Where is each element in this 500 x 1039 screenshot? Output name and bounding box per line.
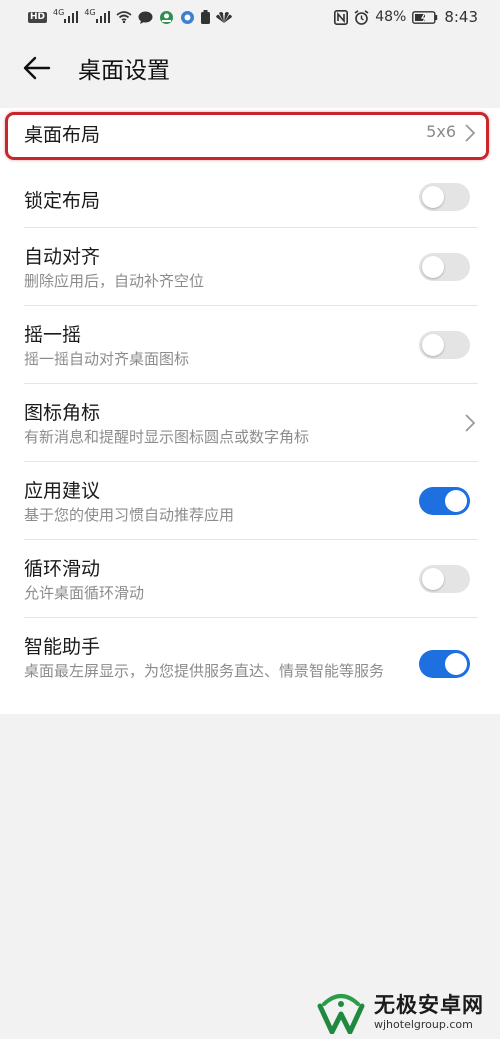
watermark-title: 无极安卓网 — [374, 992, 484, 1017]
loop-scroll-toggle[interactable] — [419, 565, 470, 593]
battery-icon — [412, 10, 438, 24]
nfc-icon — [334, 9, 349, 25]
toggle-knob — [445, 490, 467, 512]
toggle-knob — [422, 568, 444, 590]
alarm-icon — [354, 9, 369, 25]
app-icon — [159, 10, 174, 25]
setting-loop-scroll[interactable]: 循环滑动 允许桌面循环滑动 — [0, 540, 500, 618]
setting-label: 应用建议 — [24, 480, 101, 502]
clock-time: 8:43 — [444, 8, 478, 26]
setting-description: 有新消息和提醒时显示图标圆点或数字角标 — [24, 428, 310, 446]
page-title: 桌面设置 — [78, 58, 170, 84]
back-button[interactable] — [22, 53, 52, 83]
watermark-logo-icon — [317, 994, 365, 1034]
wifi-icon — [116, 11, 132, 23]
setting-description: 允许桌面循环滑动 — [24, 584, 145, 602]
watermark-text: 无极安卓网 wjhotelgroup.com — [374, 992, 484, 1031]
toggle-knob — [445, 653, 467, 675]
chat-icon — [138, 11, 153, 24]
setting-smart-assistant[interactable]: 智能助手 桌面最左屏显示，为您提供服务直达、情景智能等服务 — [0, 618, 500, 714]
setting-label: 锁定布局 — [24, 190, 101, 212]
setting-label: 图标角标 — [24, 402, 101, 424]
status-bar: HD 4G 4G 48% 8:43 — [0, 0, 500, 34]
setting-shake[interactable]: 摇一摇 摇一摇自动对齐桌面图标 — [0, 306, 500, 384]
signal-4g-icon: 4G — [84, 8, 110, 23]
toggle-knob — [422, 186, 444, 208]
setting-description: 删除应用后，自动补齐空位 — [24, 272, 205, 290]
setting-app-suggestions[interactable]: 应用建议 基于您的使用习惯自动推荐应用 — [0, 462, 500, 540]
setting-label: 桌面布局 — [24, 124, 101, 146]
setting-auto-align[interactable]: 自动对齐 删除应用后，自动补齐空位 — [0, 228, 500, 306]
title-bar: 桌面设置 — [0, 34, 500, 102]
setting-description: 桌面最左屏显示，为您提供服务直达、情景智能等服务 — [24, 662, 385, 680]
chevron-right-icon — [465, 414, 476, 432]
lock-layout-toggle[interactable] — [419, 183, 470, 211]
watermark-url: wjhotelgroup.com — [374, 1017, 473, 1031]
setting-label: 智能助手 — [24, 636, 101, 658]
status-right-icons: 48% 8:43 — [334, 8, 478, 26]
app-icon — [180, 10, 195, 25]
huawei-icon — [215, 11, 232, 23]
battery-saver-icon — [200, 10, 210, 24]
hd-icon: HD — [28, 11, 48, 23]
setting-label: 循环滑动 — [24, 558, 101, 580]
setting-desktop-layout[interactable]: 桌面布局 5x6 — [0, 108, 500, 158]
setting-description: 基于您的使用习惯自动推荐应用 — [24, 506, 235, 524]
setting-label: 摇一摇 — [24, 324, 82, 346]
signal-4g-icon: 4G — [53, 8, 79, 23]
settings-list: 桌面布局 5x6 锁定布局 自动对齐 删除应用后，自动补齐空位 摇一摇 摇一摇自… — [0, 108, 500, 714]
watermark: 无极安卓网 wjhotelgroup.com — [316, 990, 484, 1034]
shake-toggle[interactable] — [419, 331, 470, 359]
chevron-right-icon — [465, 124, 476, 142]
layout-value: 5x6 — [426, 122, 456, 141]
setting-label: 自动对齐 — [24, 246, 101, 268]
toggle-knob — [422, 334, 444, 356]
setting-description: 摇一摇自动对齐桌面图标 — [24, 350, 190, 368]
setting-icon-badges[interactable]: 图标角标 有新消息和提醒时显示图标圆点或数字角标 — [0, 384, 500, 462]
back-arrow-icon — [23, 56, 51, 80]
battery-percent: 48% — [375, 9, 407, 25]
smart-assistant-toggle[interactable] — [419, 650, 470, 678]
toggle-knob — [422, 256, 444, 278]
auto-align-toggle[interactable] — [419, 253, 470, 281]
status-left-icons: HD 4G 4G — [28, 8, 232, 25]
setting-lock-layout[interactable]: 锁定布局 — [0, 158, 500, 228]
app-suggestions-toggle[interactable] — [419, 487, 470, 515]
